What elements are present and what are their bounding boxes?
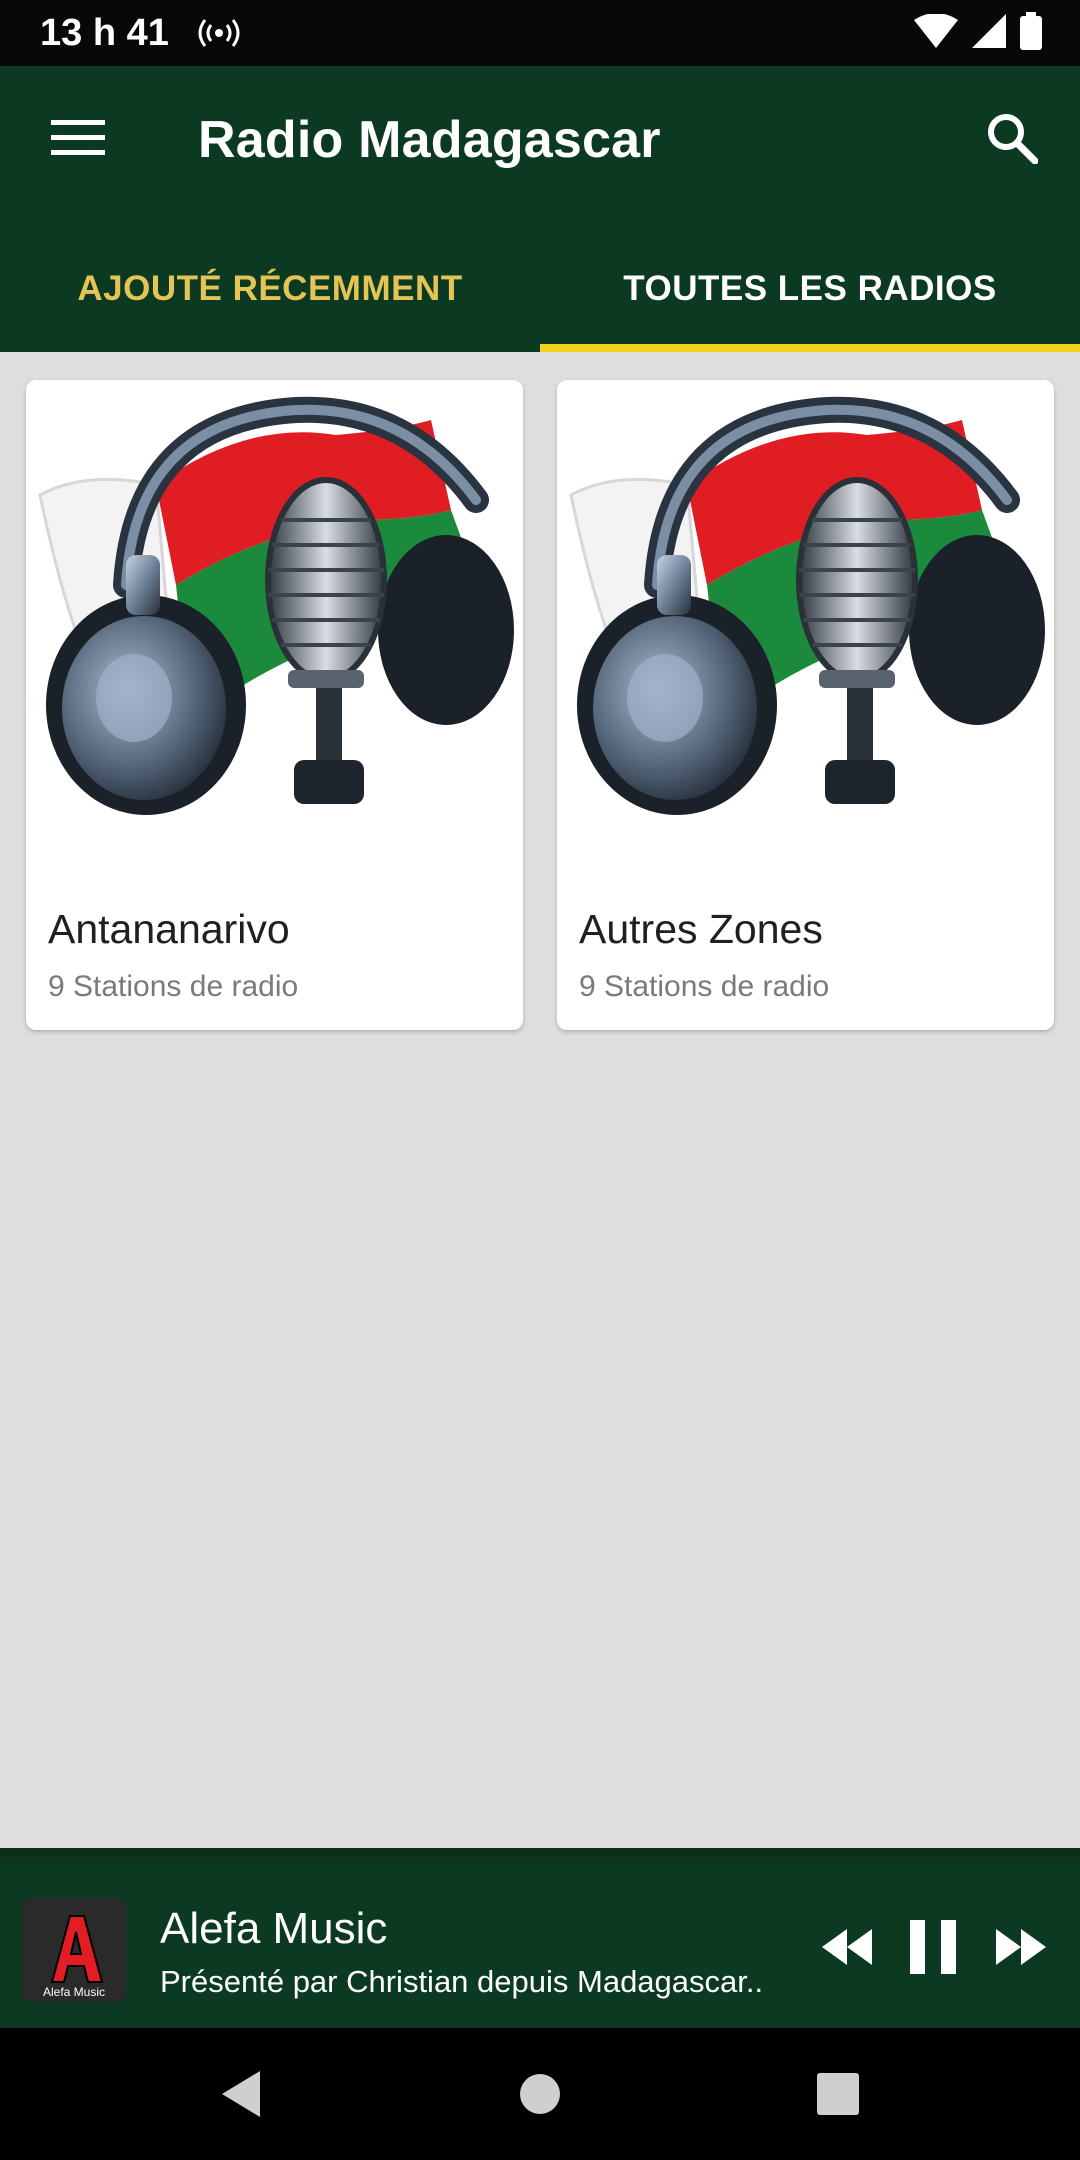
search-icon: [986, 112, 1039, 169]
status-icons: [914, 11, 1042, 55]
app-title: Radio Madagascar: [198, 111, 661, 169]
fast-forward-icon: [994, 1927, 1048, 1972]
menu-icon: [51, 118, 105, 163]
card-subtitle: 9 Stations de radio: [48, 970, 299, 1003]
wifi-icon: [914, 12, 958, 53]
nav-recents-button[interactable]: [800, 2058, 876, 2134]
station-name: Alefa Music: [160, 1904, 388, 1953]
pause-button[interactable]: [898, 1918, 968, 1980]
rewind-button[interactable]: [812, 1918, 882, 1980]
radio-flag-image: [557, 380, 1054, 880]
card-title: Autres Zones: [579, 906, 823, 952]
status-bar: 13 h 41: [0, 0, 1080, 66]
tab-indicator: [540, 344, 1080, 352]
back-icon: [218, 2069, 262, 2124]
menu-button[interactable]: [36, 110, 120, 170]
home-icon: [518, 2072, 562, 2121]
station-logo: Alefa Music: [22, 1898, 126, 2002]
system-nav-bar: [0, 2028, 1080, 2160]
region-card[interactable]: Autres Zones 9 Stations de radio: [557, 380, 1054, 1030]
tab-recently-added[interactable]: AJOUTÉ RÉCEMMENT: [0, 226, 540, 352]
tab-all-radios[interactable]: TOUTES LES RADIOS: [540, 226, 1080, 352]
recents-icon: [817, 2072, 859, 2120]
card-title: Antananarivo: [48, 906, 290, 952]
status-time: 13 h 41: [40, 12, 169, 54]
nav-back-button[interactable]: [202, 2058, 278, 2134]
pause-icon: [910, 1919, 956, 1979]
mini-player[interactable]: Alefa Music Alefa Music Présenté par Chr…: [0, 1848, 1080, 2028]
station-logo-text: Alefa Music: [43, 1985, 105, 1999]
search-button[interactable]: [972, 106, 1052, 174]
tab-label: TOUTES LES RADIOS: [623, 269, 997, 308]
app-bar: Radio Madagascar AJOUTÉ RÉCEMMENT TOUTES…: [0, 66, 1080, 352]
tab-label: AJOUTÉ RÉCEMMENT: [77, 269, 463, 308]
tab-bar: AJOUTÉ RÉCEMMENT TOUTES LES RADIOS: [0, 226, 1080, 352]
battery-icon: [1020, 11, 1042, 55]
fast-forward-button[interactable]: [986, 1918, 1056, 1980]
region-grid: Antananarivo 9 Stations de radio Autres …: [26, 380, 1056, 1030]
radio-flag-image: [26, 380, 523, 880]
card-subtitle: 9 Stations de radio: [579, 970, 830, 1003]
signal-icon: [972, 13, 1006, 53]
region-card[interactable]: Antananarivo 9 Stations de radio: [26, 380, 523, 1030]
rewind-icon: [820, 1927, 874, 1972]
nav-home-button[interactable]: [502, 2058, 578, 2134]
hotspot-icon: [197, 16, 241, 50]
station-subtitle: Présenté par Christian depuis Madagascar…: [160, 1964, 764, 1999]
